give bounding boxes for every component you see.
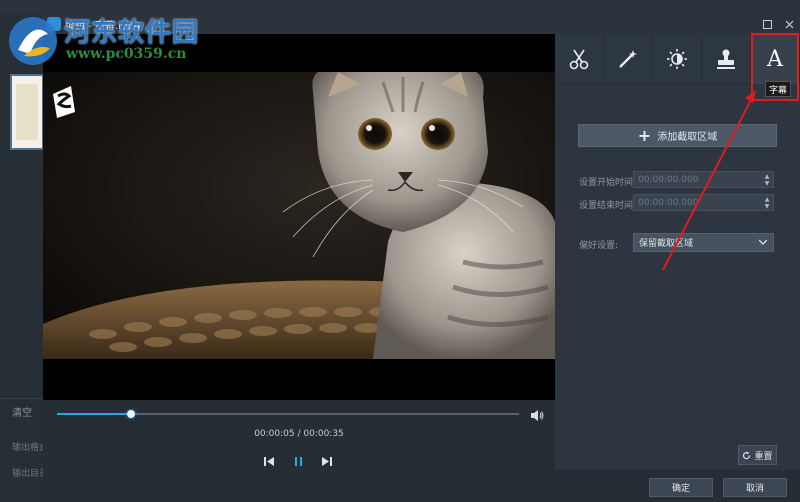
start-time-value: 00:00:00.000	[638, 174, 699, 185]
end-time-label: 设置结束时间:	[579, 201, 637, 211]
brightness-icon	[667, 49, 687, 69]
volume-icon	[531, 410, 544, 421]
prev-frame-button[interactable]	[263, 452, 277, 466]
video-player	[43, 34, 555, 400]
start-time-stepper[interactable]: ▲ ▼	[761, 172, 773, 187]
reset-icon	[743, 451, 751, 459]
end-time-input[interactable]: 00:00:00.000 ▲ ▼	[633, 194, 774, 211]
preference-select[interactable]: 保留截取区域	[633, 233, 774, 252]
start-time-input[interactable]: 00:00:00.000 ▲ ▼	[633, 171, 774, 188]
maximize-button[interactable]	[756, 14, 778, 34]
stamp-icon	[717, 49, 735, 69]
progress-fill	[57, 413, 131, 415]
subtitle-tooltip: 字幕	[765, 81, 792, 97]
magic-wand-icon	[619, 50, 637, 68]
time-display: 00:00:05 / 00:00:35	[254, 429, 344, 439]
cat-video-image	[43, 72, 555, 359]
output-dir-label: 输出目录	[12, 469, 44, 479]
reset-label: 重置	[754, 451, 773, 462]
reset-button[interactable]: 重置	[738, 445, 777, 465]
close-button[interactable]	[778, 14, 800, 34]
tab-watermark[interactable]	[702, 34, 751, 84]
maximize-icon	[762, 19, 772, 29]
site-logo	[9, 17, 57, 65]
file-thumbnail[interactable]	[10, 74, 44, 150]
end-time-stepper[interactable]: ▲ ▼	[761, 195, 773, 210]
progress-bar[interactable]	[57, 410, 519, 418]
site-name: 河东软件园	[64, 18, 200, 48]
end-time-value: 00:00:00.000	[638, 197, 699, 208]
chevron-down-icon	[759, 239, 767, 245]
plus-icon: +	[637, 126, 652, 145]
cancel-button[interactable]: 取消	[723, 478, 787, 497]
volume-button[interactable]	[530, 407, 546, 421]
tab-effects[interactable]	[604, 34, 653, 84]
pause-button[interactable]	[293, 452, 307, 466]
progress-handle[interactable]	[126, 410, 135, 418]
output-format-label: 输出格式	[12, 443, 44, 453]
pause-icon	[295, 457, 302, 466]
tab-adjust[interactable]	[653, 34, 702, 84]
next-frame-button[interactable]	[321, 452, 335, 466]
tab-cut[interactable]	[555, 34, 604, 84]
video-frame	[43, 72, 555, 359]
add-region-button[interactable]: + 添加截取区域	[578, 124, 777, 147]
preference-value: 保留截取区域	[639, 239, 694, 249]
close-icon	[785, 20, 793, 28]
preference-label: 偏好设置:	[579, 241, 619, 251]
next-frame-icon	[322, 457, 332, 466]
divider	[0, 398, 44, 399]
screen: 清空 输出格式 输出目录 编辑 - 字幕.mp4 00:00:05 / 00:0…	[0, 0, 800, 502]
scissors-icon	[569, 49, 589, 70]
prev-frame-icon	[264, 457, 274, 466]
edit-dialog: 编辑 - 字幕.mp4 00:00:05 / 00:00:35 A + 添加截取…	[43, 14, 800, 502]
start-time-label: 设置开始时间:	[579, 178, 637, 188]
add-region-label: 添加截取区域	[657, 132, 718, 143]
site-url: www.pc0359.cn	[66, 46, 187, 62]
confirm-button[interactable]: 确定	[649, 478, 713, 497]
